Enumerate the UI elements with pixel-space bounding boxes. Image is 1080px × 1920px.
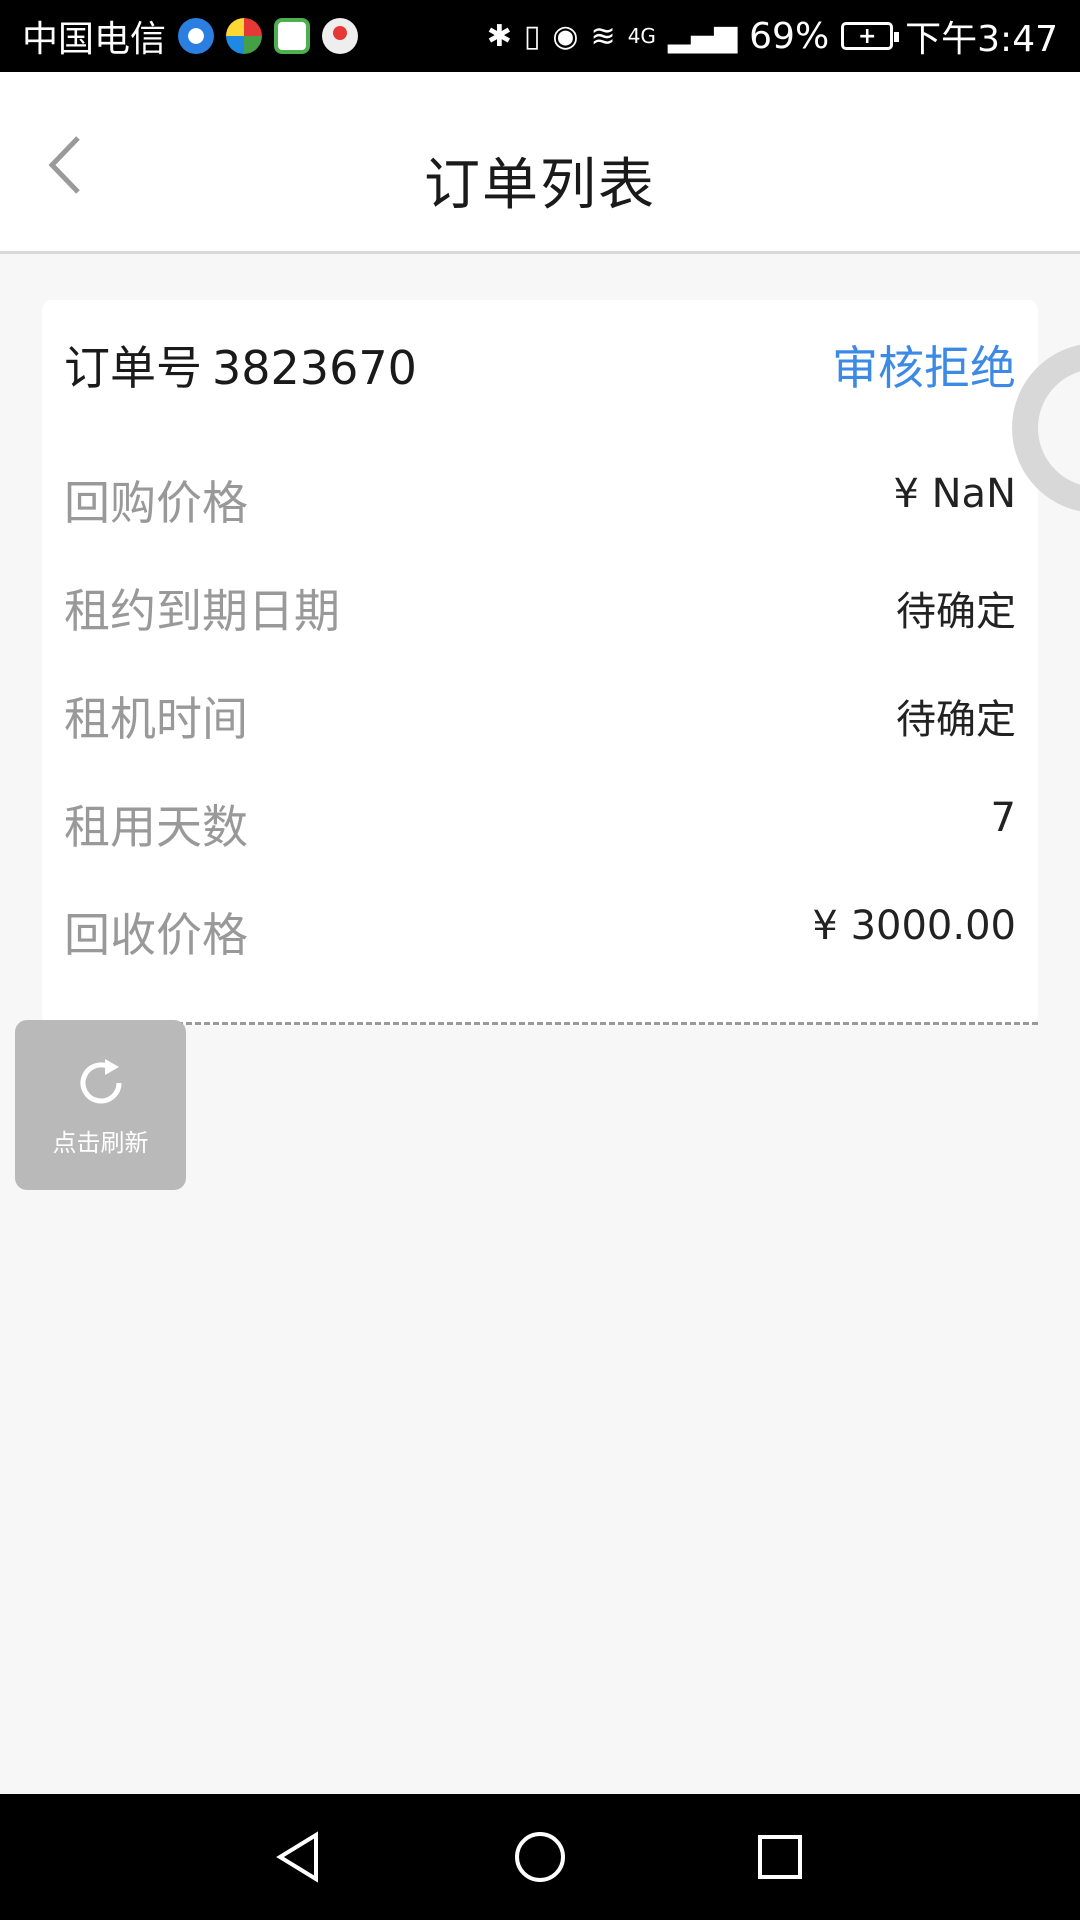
row-value: 待确定 — [896, 589, 1016, 635]
card-dashed-divider — [42, 1022, 1038, 1025]
screen: 中国电信 ✱ ▯ ◉ ≋ 4G ▂▄▆ 69% + 下午3:47 订单列表 订单… — [0, 0, 1080, 1920]
row-label: 租机时间 — [64, 692, 248, 746]
row-value: ¥ 3000.00 — [812, 903, 1016, 949]
nav-recent-button[interactable] — [750, 1827, 810, 1887]
chrome-like-app-icon — [226, 18, 263, 54]
bluetooth-icon: ✱ — [486, 18, 512, 54]
system-nav-bar — [0, 1794, 1080, 1920]
clock-label: 下午3:47 — [905, 19, 1058, 60]
wifi-icon: ≋ — [590, 18, 616, 54]
nav-back-button[interactable] — [270, 1827, 330, 1887]
row-recycle-price: 回收价格 ¥ 3000.00 — [64, 899, 1016, 962]
row-value: 待确定 — [896, 697, 1016, 743]
row-value: ¥ NaN — [893, 471, 1016, 517]
map-pin-app-icon — [322, 18, 359, 54]
order-status-badge: 审核拒绝 — [832, 341, 1016, 395]
refresh-label: 点击刷新 — [52, 1128, 149, 1157]
eye-icon: ◉ — [552, 18, 579, 54]
vibrate-icon: ▯ — [523, 18, 541, 54]
status-left: 中国电信 — [22, 10, 359, 62]
status-right: ✱ ▯ ◉ ≋ 4G ▂▄▆ 69% + 下午3:47 — [487, 10, 1058, 62]
order-card[interactable]: 订单号 3823670 审核拒绝 回购价格 ¥ NaN 租约到期日期 待确定 租机… — [42, 300, 1038, 1024]
row-label: 租用天数 — [64, 800, 248, 854]
row-label: 回收价格 — [64, 908, 248, 962]
row-rental-days: 租用天数 7 — [64, 791, 1016, 854]
circle-home-icon — [515, 1832, 565, 1882]
network-type-label: 4G — [627, 24, 656, 48]
refresh-icon — [80, 1058, 121, 1103]
order-number-value: 3823670 — [212, 341, 417, 395]
security-app-icon — [274, 18, 311, 54]
row-buyback-price: 回购价格 ¥ NaN — [64, 467, 1016, 530]
row-lease-expiry-date: 租约到期日期 待确定 — [64, 575, 1016, 638]
square-recent-icon — [758, 1835, 802, 1879]
refresh-button[interactable]: 点击刷新 — [15, 1020, 186, 1190]
signal-icon: ▂▄▆ — [667, 18, 738, 54]
nav-home-button[interactable] — [510, 1827, 570, 1887]
row-label: 回购价格 — [64, 476, 248, 530]
row-label: 租约到期日期 — [64, 584, 340, 638]
carrier-label: 中国电信 — [22, 19, 167, 60]
app-header: 订单列表 — [0, 72, 1080, 254]
row-rental-time: 租机时间 待确定 — [64, 683, 1016, 746]
status-bar: 中国电信 ✱ ▯ ◉ ≋ 4G ▂▄▆ 69% + 下午3:47 — [0, 0, 1080, 72]
qq-browser-icon — [178, 18, 215, 54]
order-number-label: 订单号 — [64, 341, 202, 395]
triangle-back-icon — [276, 1831, 318, 1883]
battery-percent: 69% — [749, 15, 830, 57]
row-value: 7 — [990, 795, 1016, 841]
battery-icon: + — [841, 22, 900, 50]
page-title: 订单列表 — [424, 153, 656, 218]
order-number-line: 订单号 3823670 — [64, 332, 417, 398]
